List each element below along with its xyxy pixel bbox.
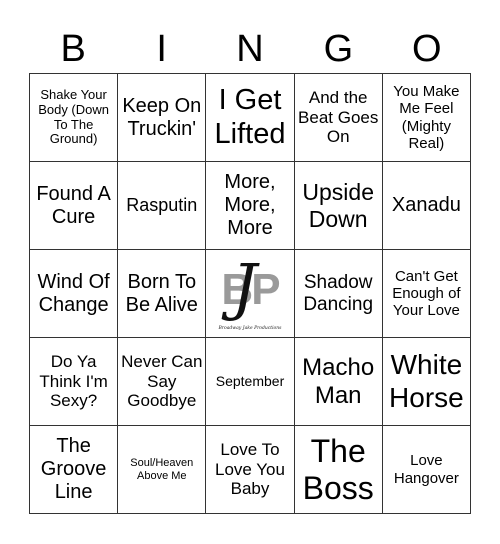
bingo-cell[interactable]: Soul/Heaven Above Me [118,426,207,514]
bingo-cell[interactable]: The Boss [294,426,383,514]
bingo-cell[interactable]: The Groove Line [30,426,119,514]
bingo-cell[interactable]: Rasputin [118,162,207,250]
bingo-cell[interactable]: Love Hangover [382,426,471,514]
free-space[interactable]: BP J Broadway Jake Productions [206,250,295,338]
bingo-cell[interactable]: Upside Down [294,162,383,250]
header-letter-g: G [323,28,354,70]
bingo-cell[interactable]: Found A Cure [30,162,119,250]
bingo-cell[interactable]: White Horse [382,338,471,426]
bingo-cell[interactable]: And the Beat Goes On [294,74,383,162]
bingo-cell[interactable]: More, More, More [206,162,295,250]
bingo-cell[interactable]: You Make Me Feel (Mighty Real) [382,74,471,162]
bingo-cell[interactable]: Love To Love You Baby [206,426,295,514]
bingo-cell[interactable]: Macho Man [294,338,383,426]
bingo-cell[interactable]: Never Can Say Goodbye [118,338,207,426]
header-letter-n: N [236,28,264,70]
bingo-cell[interactable]: I Get Lifted [206,74,295,162]
bingo-cell[interactable]: September [206,338,295,426]
header-letter-i: I [156,28,167,70]
bingo-cell[interactable]: Shadow Dancing [294,250,383,338]
bingo-cell[interactable]: Xanadu [382,162,471,250]
bingo-cell[interactable]: Do Ya Think I'm Sexy? [30,338,119,426]
bingo-cell[interactable]: Shake Your Body (Down To The Ground) [30,74,119,162]
logo-caption: Broadway Jake Productions [218,326,282,332]
bingo-cell[interactable]: Can't Get Enough of Your Love [382,250,471,338]
header-letter-o: O [412,28,442,70]
bingo-header: B I N G O [29,26,471,73]
logo-initial: J [231,250,257,323]
bingo-grid: Shake Your Body (Down To The Ground) Kee… [29,73,471,514]
bingo-cell[interactable]: Wind Of Change [30,250,119,338]
header-letter-b: B [60,28,86,70]
bingo-cell[interactable]: Born To Be Alive [118,250,207,338]
company-logo-icon: BP J Broadway Jake Productions [210,250,290,334]
bingo-cell[interactable]: Keep On Truckin' [118,74,207,162]
